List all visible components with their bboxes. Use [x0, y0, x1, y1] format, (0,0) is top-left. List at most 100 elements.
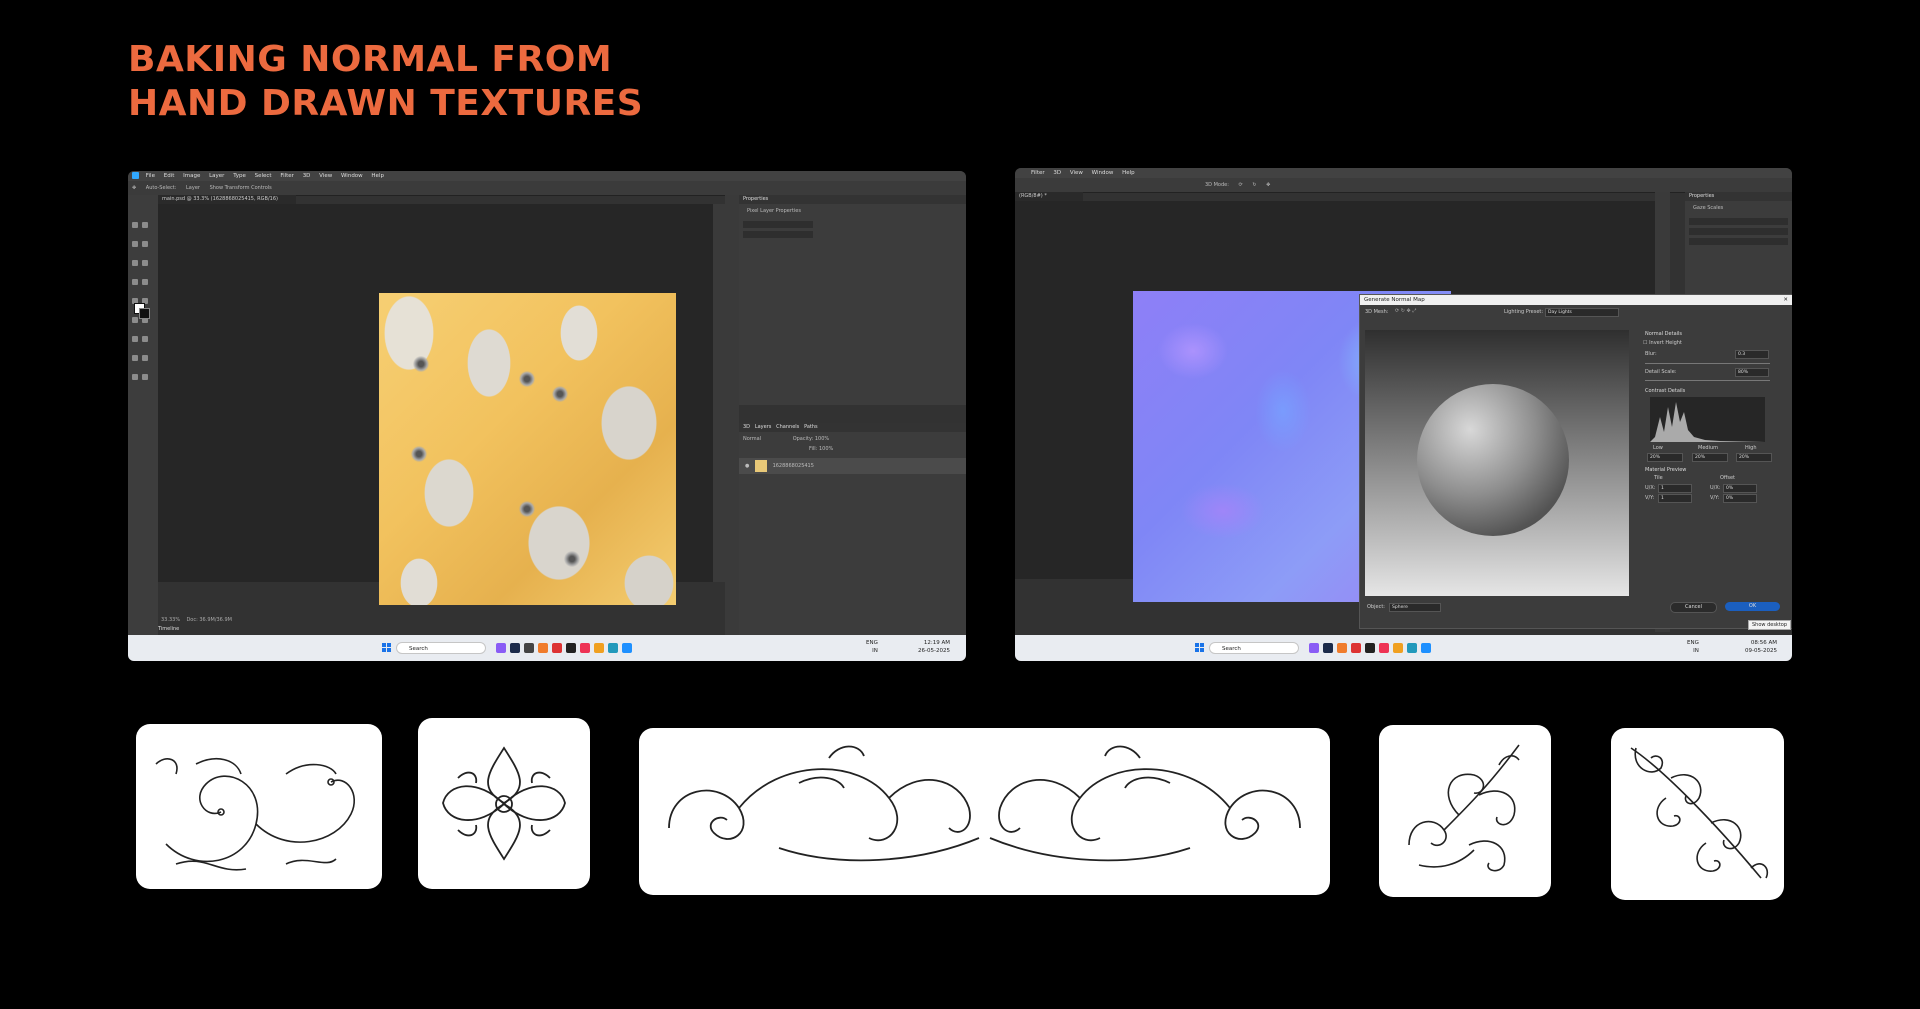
menu-item[interactable]: Help	[1122, 170, 1135, 176]
menu-item[interactable]: Edit	[164, 173, 175, 179]
sphere-preview-viewport[interactable]	[1365, 330, 1629, 596]
auto-select-checkbox[interactable]: Auto-Select:	[146, 185, 177, 191]
lasso-icon[interactable]	[132, 241, 138, 247]
offset-vy-field[interactable]: 0%	[1723, 494, 1757, 503]
menu-item[interactable]: View	[1070, 170, 1083, 176]
photoshop-taskbar-icon[interactable]	[1323, 643, 1333, 653]
menu-item[interactable]: Window	[1092, 170, 1114, 176]
tray-language[interactable]: ENG IN	[866, 639, 878, 655]
invert-height-checkbox[interactable]: ☐ Invert Height	[1643, 340, 1682, 346]
menu-item[interactable]: Window	[341, 173, 363, 179]
offset-ux-field[interactable]: 0%	[1723, 484, 1757, 493]
type-icon[interactable]	[142, 336, 148, 342]
eyedropper-icon[interactable]	[142, 260, 148, 266]
app-icon[interactable]	[1309, 643, 1319, 653]
taskbar-search[interactable]: Search	[396, 642, 486, 654]
3d-pan-icon[interactable]: ✥	[1266, 182, 1270, 188]
medium-field[interactable]: 20%	[1692, 453, 1728, 462]
unreal-icon[interactable]	[566, 643, 576, 653]
app-icon[interactable]	[1407, 643, 1417, 653]
menu-item[interactable]: Type	[233, 173, 246, 179]
auto-select-dropdown[interactable]: Layer	[186, 185, 200, 191]
app-icon[interactable]	[1379, 643, 1389, 653]
menu-item[interactable]: View	[319, 173, 332, 179]
move-tool-icon[interactable]: ✥	[132, 185, 136, 191]
menu-item[interactable]: 3D	[1053, 170, 1061, 176]
document-canvas[interactable]	[158, 204, 713, 605]
crop-icon[interactable]	[132, 260, 138, 266]
menu-item[interactable]: Select	[255, 173, 272, 179]
background-color-swatch[interactable]	[139, 308, 150, 319]
cancel-button[interactable]: Cancel	[1670, 602, 1717, 613]
height-field[interactable]	[743, 231, 813, 238]
healing-icon[interactable]	[132, 279, 138, 285]
app-icon[interactable]	[608, 643, 618, 653]
hand-icon[interactable]	[132, 374, 138, 380]
object-select[interactable]: Sphere	[1389, 603, 1441, 612]
app-icon[interactable]	[1393, 643, 1403, 653]
opacity-value[interactable]: 100%	[815, 436, 829, 442]
detail-scale-field[interactable]: 80%	[1735, 368, 1769, 377]
mesh-tool-icons[interactable]: ⟳ ↻ ✥ ⤢	[1395, 308, 1416, 314]
zoom-level[interactable]: 33.33%	[161, 617, 180, 623]
menu-item[interactable]: Layer	[209, 173, 224, 179]
timeline-tab[interactable]: Timeline	[158, 626, 179, 632]
tile-vy-field[interactable]: 1	[1658, 494, 1692, 503]
windows-start-icon[interactable]	[1195, 643, 1205, 653]
close-icon[interactable]: ✕	[1783, 295, 1788, 305]
app-icon[interactable]	[496, 643, 506, 653]
3d-roll-icon[interactable]: ↻	[1252, 182, 1256, 188]
eye-icon[interactable]: ●	[745, 463, 749, 469]
contrast-histogram[interactable]	[1650, 397, 1765, 442]
tile-ux-field[interactable]: 1	[1658, 484, 1692, 493]
menu-item[interactable]: File	[146, 173, 155, 179]
unreal-icon[interactable]	[1365, 643, 1375, 653]
blender-icon[interactable]	[538, 643, 548, 653]
blend-mode-select[interactable]: Normal	[743, 436, 761, 442]
tab-3d[interactable]: 3D	[743, 424, 750, 430]
photoshop-taskbar-icon[interactable]	[510, 643, 520, 653]
app-icon[interactable]	[1421, 643, 1431, 653]
detail-scale-slider[interactable]	[1645, 380, 1770, 381]
menu-item[interactable]: Filter	[1031, 170, 1045, 176]
menu-item[interactable]: Image	[183, 173, 200, 179]
menu-item[interactable]: 3D	[303, 173, 311, 179]
zoom-icon[interactable]	[142, 374, 148, 380]
blur-field[interactable]: 0.3	[1735, 350, 1769, 359]
tab-layers[interactable]: Layers	[755, 424, 772, 430]
ok-button[interactable]: OK	[1725, 602, 1780, 611]
app-icon[interactable]	[580, 643, 590, 653]
document-tab[interactable]: (RGB/8#) *	[1015, 192, 1083, 201]
quick-select-icon[interactable]	[142, 241, 148, 247]
clock[interactable]: 08:56 AM 09-05-2025	[1745, 639, 1777, 655]
pen-icon[interactable]	[132, 336, 138, 342]
blur-slider[interactable]	[1645, 363, 1770, 364]
blender-icon[interactable]	[1337, 643, 1347, 653]
marquee-icon[interactable]	[142, 222, 148, 228]
show-transform-checkbox[interactable]: Show Transform Controls	[210, 185, 272, 191]
eraser-icon[interactable]	[132, 317, 138, 323]
layer-name[interactable]: 1628868025415	[773, 463, 814, 469]
3d-orbit-icon[interactable]: ⟳	[1239, 182, 1243, 188]
move-icon[interactable]	[132, 222, 138, 228]
tray-language[interactable]: ENG IN	[1687, 639, 1699, 655]
app-icon[interactable]	[622, 643, 632, 653]
high-field[interactable]: 20%	[1736, 453, 1772, 462]
tab-paths[interactable]: Paths	[804, 424, 818, 430]
tab-channels[interactable]: Channels	[776, 424, 799, 430]
property-row[interactable]	[1689, 238, 1788, 245]
property-row[interactable]	[1689, 228, 1788, 235]
clock[interactable]: 12:19 AM 26-05-2025	[918, 639, 950, 655]
app-icon[interactable]	[594, 643, 604, 653]
property-row[interactable]	[1689, 218, 1788, 225]
low-field[interactable]: 20%	[1647, 453, 1683, 462]
document-tab[interactable]: main.psd @ 33.3% (1628868025415, RGB/16)	[158, 195, 296, 204]
brush-icon[interactable]	[142, 279, 148, 285]
canvas-scrollbar[interactable]	[713, 204, 725, 582]
menu-item[interactable]: Filter	[280, 173, 294, 179]
shape-icon[interactable]	[142, 355, 148, 361]
lighting-preset-select[interactable]: Day Lights	[1545, 308, 1619, 317]
width-field[interactable]	[743, 221, 813, 228]
fill-value[interactable]: 100%	[819, 446, 833, 452]
layer-row[interactable]: ● 1628868025415	[739, 458, 966, 474]
